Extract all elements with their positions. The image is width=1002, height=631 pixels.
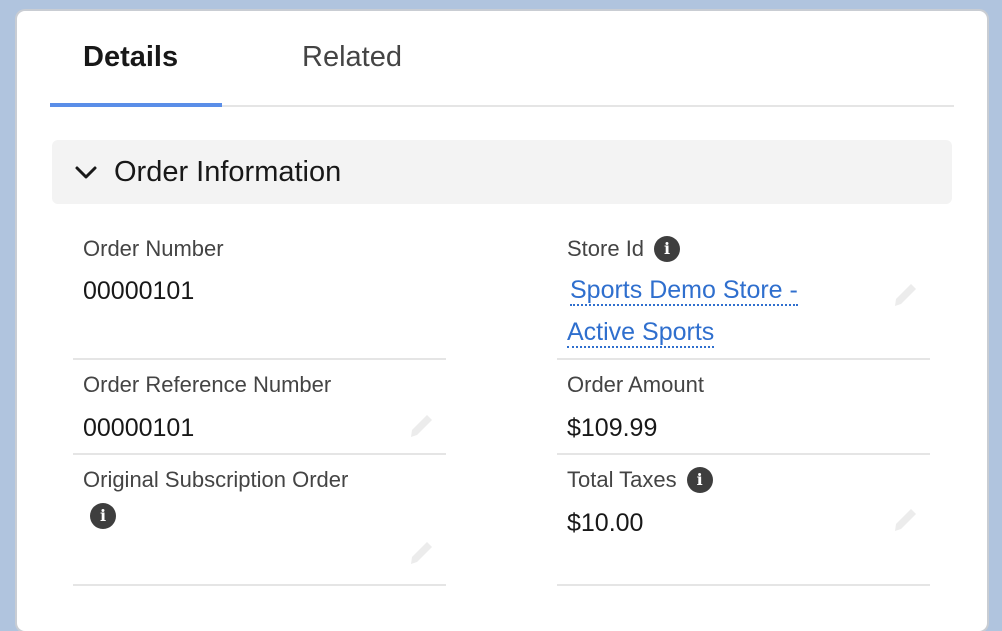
tab-related[interactable]: Related	[302, 41, 402, 74]
field-original-subscription-order: Original Subscription Order i	[73, 455, 446, 586]
field-value: 00000101	[83, 414, 195, 442]
field-label: Total Taxes i	[567, 467, 713, 493]
info-icon[interactable]: i	[654, 236, 681, 262]
field-label: Store Id i	[567, 236, 681, 262]
chevron-down-icon	[75, 166, 97, 179]
field-order-amount: Order Amount $109.99	[557, 360, 930, 455]
field-label-text: Total Taxes	[567, 467, 677, 492]
field-store-id: Store Id i Sports Demo Store - Active Sp…	[557, 231, 930, 360]
field-label: Order Amount	[567, 372, 704, 397]
field-label: Original Subscription Order	[83, 467, 349, 492]
field-label: Order Reference Number	[83, 372, 332, 397]
store-link-line2-wrap: Active Sports	[567, 318, 715, 348]
field-value: $10.00	[567, 509, 644, 537]
store-link[interactable]: Sports Demo Store -	[570, 276, 798, 306]
store-link-line1-wrap: Sports Demo Store -	[570, 276, 798, 306]
field-order-number: Order Number 00000101	[73, 231, 446, 360]
info-icon[interactable]: i	[686, 467, 713, 493]
active-tab-indicator	[50, 103, 222, 107]
pencil-icon[interactable]	[891, 506, 919, 534]
section-header-order-information[interactable]: Order Information	[52, 140, 952, 204]
pencil-icon[interactable]	[891, 281, 919, 309]
field-label-text: Store Id	[567, 236, 645, 261]
field-value: $109.99	[567, 414, 658, 442]
field-total-taxes: Total Taxes i $10.00	[557, 455, 930, 586]
info-icon[interactable]: i	[90, 503, 116, 529]
section-title: Order Information	[114, 155, 342, 188]
field-value: 00000101	[83, 277, 195, 305]
field-label: Order Number	[83, 236, 224, 261]
record-detail-card: Details Related Order Information Order …	[17, 11, 987, 631]
store-link-continued[interactable]: Active Sports	[567, 318, 715, 348]
pencil-icon[interactable]	[407, 412, 435, 440]
field-order-reference-number: Order Reference Number 00000101	[73, 360, 446, 455]
pencil-icon[interactable]	[407, 539, 435, 567]
tab-details[interactable]: Details	[83, 41, 178, 74]
tab-bar: Details Related	[50, 11, 954, 107]
